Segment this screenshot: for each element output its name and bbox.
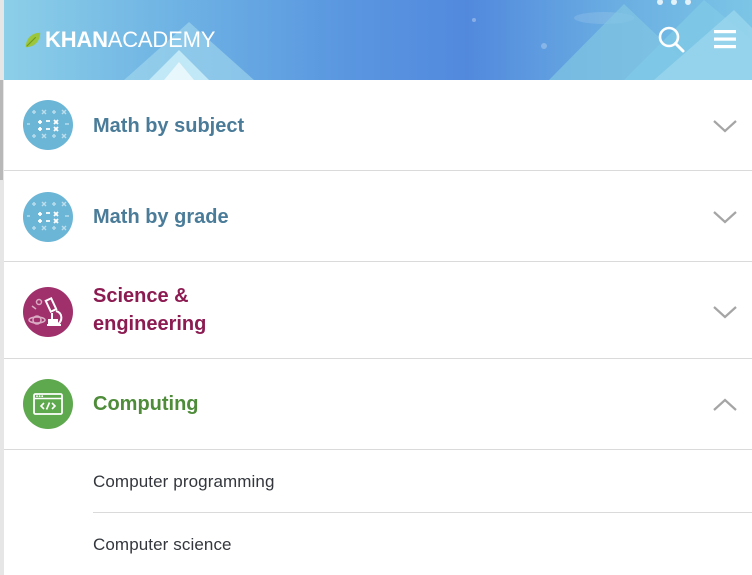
domain-science-engineering[interactable]: Science & engineering — [4, 262, 752, 359]
subject-link-computer-programming[interactable]: Computer programming — [93, 450, 752, 513]
leaf-icon — [25, 32, 41, 48]
math-symbols-icon — [23, 192, 73, 242]
khan-academy-logo[interactable]: KHANACADEMY — [24, 27, 215, 53]
science-microscope-icon — [23, 287, 73, 337]
site-header: KHANACADEMY — [4, 0, 752, 80]
hamburger-menu-button[interactable] — [711, 24, 741, 54]
subject-label: Computer science — [93, 535, 232, 554]
subject-menu: Math by subject Math by grade Science & … — [4, 80, 752, 575]
domain-computing[interactable]: Computing — [4, 359, 752, 450]
subject-label: Computer programming — [93, 472, 275, 491]
subject-link-computer-science[interactable]: Computer science — [93, 513, 752, 575]
domain-label: Math by grade — [93, 206, 229, 228]
chevron-up-icon[interactable] — [712, 397, 738, 413]
chevron-down-icon[interactable] — [712, 209, 738, 225]
domain-math-by-grade[interactable]: Math by grade — [4, 171, 752, 262]
domain-math-by-subject[interactable]: Math by subject — [4, 80, 752, 171]
domain-label: Science & engineering — [93, 285, 207, 335]
logo-wordmark: KHANACADEMY — [45, 27, 216, 52]
chevron-down-icon[interactable] — [712, 304, 738, 320]
search-button[interactable] — [657, 24, 687, 54]
chevron-down-icon[interactable] — [712, 118, 738, 134]
hamburger-menu-icon — [714, 30, 736, 49]
domain-label: Math by subject — [93, 115, 245, 137]
code-window-icon — [23, 379, 73, 429]
domain-label: Computing — [93, 393, 199, 415]
math-symbols-icon — [23, 100, 73, 150]
scroll-indicator — [0, 80, 3, 180]
search-icon — [658, 26, 685, 53]
